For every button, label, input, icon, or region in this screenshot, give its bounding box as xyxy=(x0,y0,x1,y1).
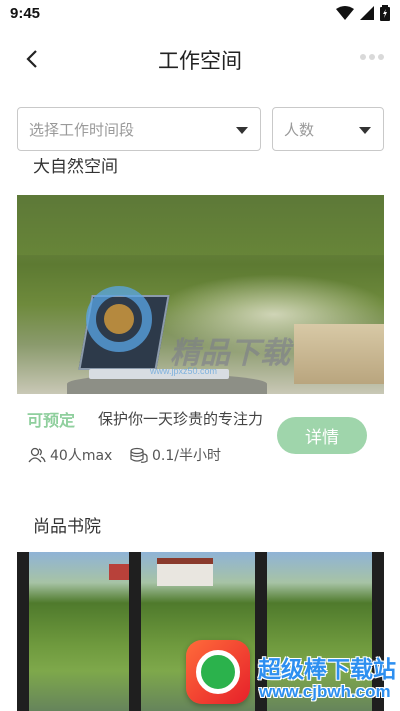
dropdown-caret-icon xyxy=(236,127,248,134)
app-badge-icon xyxy=(186,640,250,704)
status-icons xyxy=(336,5,390,21)
workspace-list[interactable]: 大自然空间 精品下载 www.jpxz50.com 可预定 保护你一天珍贵的专注… xyxy=(0,158,400,711)
time-period-placeholder: 选择工作时间段 xyxy=(29,121,135,139)
people-icon xyxy=(28,447,46,463)
more-dot-icon xyxy=(369,54,375,60)
more-dot-icon xyxy=(378,54,384,60)
watermark-logo xyxy=(86,286,152,352)
page-title: 工作空间 xyxy=(158,49,242,73)
capacity-info: 40人max xyxy=(28,445,112,465)
details-button[interactable]: 详情 xyxy=(277,417,367,454)
workspace-description: 保护你一天珍贵的专注力 xyxy=(98,410,264,428)
status-bar: 9:45 xyxy=(0,0,400,28)
workspace-title: 大自然空间 xyxy=(33,158,118,177)
availability-status: 可预定 xyxy=(27,411,76,430)
app-badge-url: www.cjbwh.com xyxy=(259,682,391,701)
price-info: 0.1/半小时 xyxy=(130,445,221,465)
time-period-select[interactable]: 选择工作时间段 xyxy=(17,107,261,151)
status-time: 9:45 xyxy=(10,5,41,22)
app-badge-name: 超级棒下载站 xyxy=(258,657,396,683)
capacity-text: 40人max xyxy=(50,448,113,464)
workspace-title: 尚品书院 xyxy=(33,517,101,537)
wifi-icon xyxy=(336,6,354,20)
watermark-url: www.jpxz50.com xyxy=(150,366,218,376)
battery-icon xyxy=(380,5,390,21)
app-header: 工作空间 xyxy=(0,28,400,90)
more-options-button[interactable] xyxy=(360,54,384,60)
price-text: 0.1/半小时 xyxy=(152,448,221,464)
people-count-placeholder: 人数 xyxy=(284,121,315,139)
more-dot-icon xyxy=(360,54,366,60)
coins-icon xyxy=(130,447,148,463)
dropdown-caret-icon xyxy=(359,127,371,134)
people-count-select[interactable]: 人数 xyxy=(272,107,384,151)
signal-icon xyxy=(360,6,374,20)
